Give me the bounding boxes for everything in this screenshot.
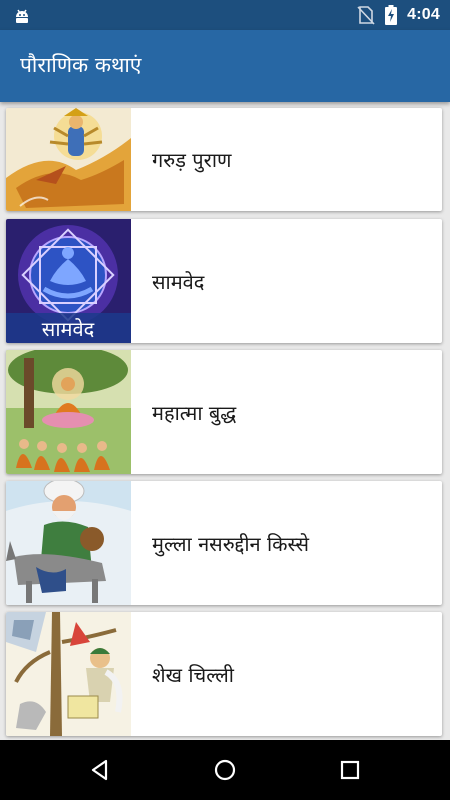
garuda-thumbnail xyxy=(6,108,131,211)
samaveda-thumbnail: सामवेद xyxy=(6,219,131,343)
android-debug-icon xyxy=(16,9,28,23)
samaveda-image-text: सामवेद xyxy=(42,317,95,341)
story-title: गरुड़ पुराण xyxy=(152,148,232,172)
shekh-chilli-thumbnail xyxy=(6,612,131,736)
story-title: सामवेद xyxy=(152,269,205,294)
status-time: 4:04 xyxy=(407,6,440,23)
status-bar: 4:04 xyxy=(0,0,450,30)
battery-charging-icon xyxy=(385,5,398,25)
recents-icon[interactable] xyxy=(338,758,362,782)
no-sim-icon xyxy=(357,6,375,25)
navigation-bar xyxy=(0,740,450,800)
mulla-nasruddin-thumbnail xyxy=(6,481,131,605)
list-item[interactable]: महात्मा बुद्ध xyxy=(6,350,442,474)
buddha-thumbnail xyxy=(6,350,131,474)
list-item[interactable]: मुल्ला नसरुद्दीन किस्से xyxy=(6,481,442,605)
story-title: शेख चिल्ली xyxy=(152,662,234,687)
story-title: महात्मा बुद्ध xyxy=(152,400,237,425)
list-item[interactable]: गरुड़ पुराण xyxy=(6,108,442,211)
home-icon[interactable] xyxy=(213,758,237,782)
app-bar: पौराणिक कथाएं xyxy=(0,30,450,102)
back-icon[interactable] xyxy=(88,758,112,782)
story-title: मुल्ला नसरुद्दीन किस्से xyxy=(152,531,310,556)
list-item[interactable]: शेख चिल्ली xyxy=(6,612,442,736)
story-list: गरुड़ पुराण सामवेद सामवेद महात्मा बुद्ध … xyxy=(0,102,450,740)
page-title: पौराणिक कथाएं xyxy=(20,53,142,77)
list-item[interactable]: सामवेद सामवेद xyxy=(6,219,442,343)
